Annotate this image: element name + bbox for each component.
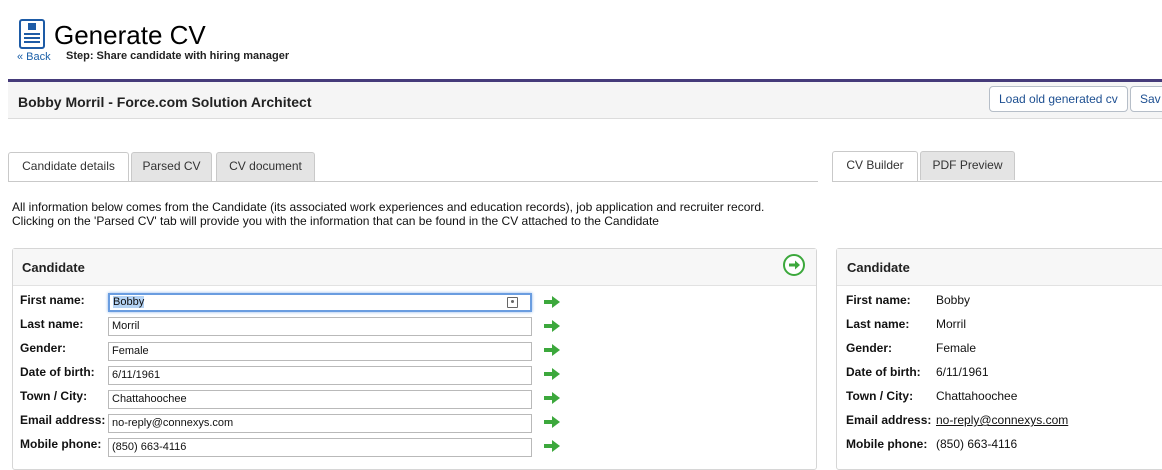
- tab-cv-document[interactable]: CV document: [216, 152, 315, 181]
- gender-field[interactable]: Female: [108, 342, 532, 361]
- step-text: Step: Share candidate with hiring manage…: [66, 50, 290, 62]
- cv-last-name-value: Morril: [936, 317, 966, 331]
- circle-arrow-icon[interactable]: [783, 254, 805, 276]
- cv-gender-value: Female: [936, 341, 977, 355]
- green-arrow-right-icon[interactable]: [544, 368, 560, 380]
- email-address-field[interactable]: no-reply@connexys.com: [108, 414, 532, 433]
- info-line: Clicking on the 'Parsed CV' tab will pro…: [12, 214, 659, 228]
- last-name-label: Last name:: [20, 317, 84, 331]
- gender-label: Gender:: [20, 341, 67, 355]
- cv-date-of-birth-label: Date of birth:: [846, 365, 921, 379]
- load-old-cv-button[interactable]: Load old generated cv: [989, 86, 1128, 112]
- cv-email-address-value[interactable]: no-reply@connexys.com: [936, 413, 1068, 427]
- mobile-phone-field[interactable]: (850) 663-4116: [108, 438, 532, 457]
- panel-title: Candidate: [847, 260, 910, 275]
- town-city-label: Town / City:: [20, 389, 88, 403]
- cv-last-name-label: Last name:: [846, 317, 910, 331]
- last-name-field[interactable]: Morril: [108, 317, 532, 336]
- cv-town-city-value: Chattahoochee: [936, 389, 1018, 403]
- panel-title: Candidate: [22, 260, 85, 275]
- mobile-phone-label: Mobile phone:: [20, 437, 102, 451]
- panel-header: Candidate: [837, 249, 1162, 286]
- green-arrow-right-icon[interactable]: [544, 320, 560, 332]
- green-arrow-right-icon[interactable]: [544, 344, 560, 356]
- tab-parsed-cv[interactable]: Parsed CV: [131, 152, 212, 181]
- cv-mobile-phone-label: Mobile phone:: [846, 437, 928, 451]
- tab-candidate-details[interactable]: Candidate details: [8, 152, 129, 182]
- tabs-divider-right: [832, 181, 1162, 182]
- tab-cv-builder[interactable]: CV Builder: [832, 151, 918, 181]
- info-text: All information below comes from the Can…: [12, 200, 764, 228]
- contact-card-icon[interactable]: [507, 297, 518, 308]
- date-of-birth-field[interactable]: 6/11/1961: [108, 366, 532, 385]
- town-city-field[interactable]: Chattahoochee: [108, 390, 532, 409]
- green-arrow-right-icon[interactable]: [544, 296, 560, 308]
- green-arrow-right-icon[interactable]: [544, 392, 560, 404]
- first-name-value: Bobby: [113, 296, 145, 308]
- first-name-field[interactable]: Bobby: [108, 293, 532, 312]
- cv-first-name-label: First name:: [846, 293, 911, 307]
- email-address-label: Email address:: [20, 413, 106, 427]
- cv-gender-label: Gender:: [846, 341, 893, 355]
- record-title: Bobby Morril - Force.com Solution Archit…: [18, 94, 312, 110]
- panel-header: Candidate: [13, 249, 816, 286]
- cv-town-city-label: Town / City:: [846, 389, 914, 403]
- document-icon: [19, 19, 45, 49]
- green-arrow-right-icon[interactable]: [544, 440, 560, 452]
- page-title: Generate CV: [54, 20, 206, 50]
- save-button[interactable]: Sav: [1130, 86, 1162, 112]
- cv-email-address-label: Email address:: [846, 413, 932, 427]
- first-name-label: First name:: [20, 293, 85, 307]
- tab-pdf-preview[interactable]: PDF Preview: [920, 151, 1015, 180]
- green-arrow-right-icon[interactable]: [544, 416, 560, 428]
- cv-date-of-birth-value: 6/11/1961: [936, 365, 989, 379]
- cv-first-name-value: Bobby: [936, 293, 971, 307]
- back-link[interactable]: « Back: [17, 51, 51, 63]
- cv-mobile-phone-value: (850) 663-4116: [936, 437, 1018, 451]
- info-line: All information below comes from the Can…: [12, 200, 765, 214]
- tabs-divider-left: [8, 181, 818, 182]
- date-of-birth-label: Date of birth:: [20, 365, 95, 379]
